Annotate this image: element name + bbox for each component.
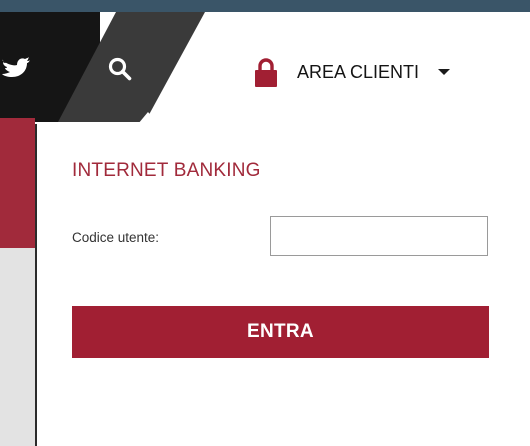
area-clienti-label: AREA CLIENTI (297, 61, 420, 82)
twitter-icon[interactable] (2, 56, 30, 78)
search-icon[interactable] (108, 57, 132, 81)
page-background-grey (0, 248, 35, 446)
dropdown-caret (138, 112, 158, 124)
top-strip (0, 0, 530, 12)
area-clienti-menu[interactable]: AREA CLIENTI (255, 55, 451, 89)
panel-title: INTERNET BANKING (72, 160, 261, 181)
entra-button[interactable]: ENTRA (72, 306, 489, 358)
login-dropdown-panel: INTERNET BANKING Codice utente: ENTRA (35, 124, 530, 446)
user-code-label: Codice utente: (72, 230, 160, 245)
user-code-input[interactable] (270, 216, 488, 256)
chevron-down-icon (419, 67, 451, 77)
page-background-red (0, 118, 35, 248)
lock-icon (255, 57, 277, 87)
